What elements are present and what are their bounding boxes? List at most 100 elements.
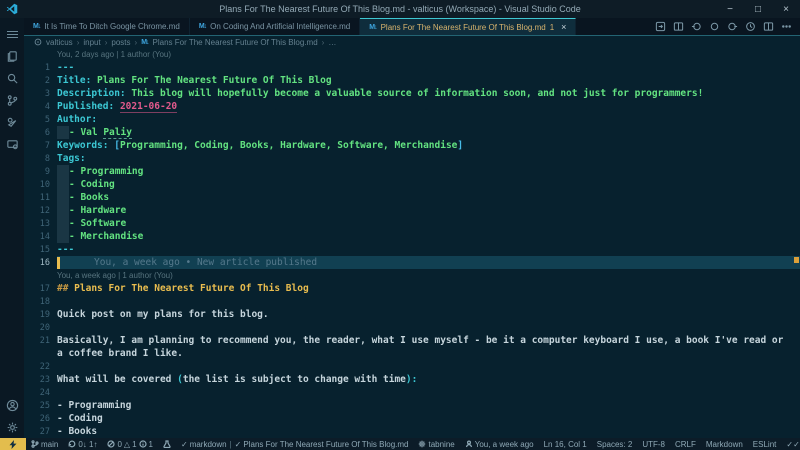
line-content[interactable]: - Books [57,425,800,438]
line-content[interactable]: --- [57,61,800,74]
settings-gear-icon[interactable] [2,416,22,438]
line-number: 4 [24,102,50,112]
line-content[interactable]: --- [57,243,800,256]
git-branch-status[interactable]: main [26,438,63,450]
prettier-status[interactable]: ✓✓ Prettier [781,438,800,450]
line-content[interactable]: Author: [57,113,800,126]
open-changes-icon[interactable] [655,21,666,32]
remote-explorer-icon[interactable] [2,133,22,155]
status-bar: main 0↓ 1↑ 0 △ 1 1 ✓ markdown | ✓ [0,438,800,450]
line-content[interactable]: Title: Plans For The Nearest Future Of T… [57,74,800,87]
code-token: - Books [57,426,97,437]
line-content[interactable]: Description: This blog will hopefully be… [57,87,800,100]
eslint-status[interactable]: ESLint [748,438,782,450]
language-mode-status[interactable]: Markdown [701,438,748,450]
split-editor-icon[interactable] [763,21,774,32]
line-content[interactable]: - Books [57,191,800,204]
tab-bar: M↓ It Is Time To Ditch Google Chrome.md … [24,18,800,36]
cursor-position-status[interactable]: Ln 16, Col 1 [539,438,592,450]
line-content[interactable]: What will be covered (the list is subjec… [57,373,800,386]
git-sync-status[interactable]: 0↓ 1↑ [63,438,102,450]
editor-pane[interactable]: You, 2 days ago | 1 author (You)1---2Tit… [24,48,800,438]
line-content[interactable]: a coffee brand I like. [57,347,800,360]
tab-it-is-time-to-ditch-google-chrome[interactable]: M↓ It Is Time To Ditch Google Chrome.md [24,18,190,35]
editor-line: 19Quick post on my plans for this blog. [24,308,800,321]
code-token: Author: [57,114,97,125]
maximize-button[interactable]: □ [744,0,772,18]
indentation-status[interactable]: Spaces: 2 [592,438,638,450]
markdown-file-icon: M↓ [141,39,148,46]
line-content[interactable]: ## Plans For The Nearest Future Of This … [57,282,800,295]
breadcrumb-item-symbol[interactable]: … [328,38,336,47]
lightning-icon [9,440,17,449]
chevron-right-icon: › [135,38,138,47]
editor-line: 17## Plans For The Nearest Future Of Thi… [24,282,800,295]
menu-icon[interactable] [2,23,22,45]
tabnine-status[interactable]: tabnine [413,438,459,450]
line-content[interactable]: - Coding [57,178,800,191]
indent-guide [57,178,69,191]
text-cursor [57,257,60,269]
explorer-icon[interactable] [2,45,22,67]
codelens-annotation[interactable]: You, 2 days ago | 1 author (You) [24,48,800,61]
line-content[interactable]: - Coding [57,412,800,425]
markdownlint-status[interactable]: ✓ markdown | ✓ Plans For The Nearest Fut… [176,438,414,450]
line-content[interactable]: - Programming [57,165,800,178]
breadcrumb-item-file[interactable]: Plans For The Nearest Future Of This Blo… [153,38,318,47]
editor-line: 12- Hardware [24,204,800,217]
source-control-icon[interactable] [2,89,22,111]
line-content[interactable]: Published: 2021-06-20 [57,100,800,113]
account-icon[interactable] [2,394,22,416]
line-content[interactable]: - Merchandise [57,230,800,243]
indent-guide [57,217,69,230]
line-number: 2 [24,76,50,86]
editor-lines: You, 2 days ago | 1 author (You)1---2Tit… [24,48,800,438]
info-icon [139,440,147,448]
line-content[interactable]: Basically, I am planning to recommend yo… [57,334,800,347]
beaker-icon-status[interactable] [158,438,176,450]
line-content[interactable]: - Software [57,217,800,230]
problems-status[interactable]: 0 △ 1 1 [102,438,158,450]
tab-plans-for-the-nearest-future-active[interactable]: M↓ Plans For The Nearest Future Of This … [360,18,576,35]
line-content[interactable]: Tags: [57,152,800,165]
blame-annotation-icon[interactable] [709,21,720,32]
line-content[interactable] [57,295,800,308]
next-change-icon[interactable] [727,21,738,32]
editor-actions [655,18,800,35]
tab-on-coding-and-artificial-intelligence[interactable]: M↓ On Coding And Artificial Intelligence… [190,18,360,35]
breadcrumb-item-folder[interactable]: posts [111,38,130,47]
close-button[interactable]: × [772,0,800,18]
line-content[interactable] [57,321,800,334]
previous-change-icon[interactable] [691,21,702,32]
more-actions-icon[interactable] [781,21,792,32]
line-content[interactable]: - Val Paliy [57,126,800,139]
code-token: - Books [69,192,109,203]
line-content[interactable]: You, a week ago • New article published [57,256,800,269]
line-number: 14 [24,232,50,242]
run-debug-icon[interactable] [2,111,22,133]
line-content[interactable]: - Hardware [57,204,800,217]
eol-status[interactable]: CRLF [670,438,701,450]
overview-ruler-cursor-mark [794,257,799,263]
line-content[interactable]: Quick post on my plans for this blog. [57,308,800,321]
gitlens-blame-status[interactable]: You, a week ago [460,438,539,450]
tab-close-icon[interactable]: × [561,22,566,32]
line-number: 5 [24,115,50,125]
open-preview-icon[interactable] [673,21,684,32]
breadcrumb-item-workspace[interactable]: valticus [46,38,73,47]
breadcrumb-item-folder[interactable]: input [83,38,100,47]
window-title: Plans For The Nearest Future Of This Blo… [0,4,800,14]
line-content[interactable] [57,360,800,373]
line-content[interactable]: Keywords: [Programming, Coding, Books, H… [57,139,800,152]
search-icon[interactable] [2,67,22,89]
line-content[interactable] [57,386,800,399]
gear-icon [418,440,426,448]
file-history-icon[interactable] [745,21,756,32]
encoding-status[interactable]: UTF-8 [637,438,670,450]
minimize-button[interactable]: − [716,0,744,18]
codelens-annotation[interactable]: You, a week ago | 1 author (You) [24,269,800,282]
editor-line: 6- Val Paliy [24,126,800,139]
line-content[interactable]: - Programming [57,399,800,412]
remote-indicator[interactable] [0,438,26,450]
markdown-file-icon: M↓ [199,23,206,30]
